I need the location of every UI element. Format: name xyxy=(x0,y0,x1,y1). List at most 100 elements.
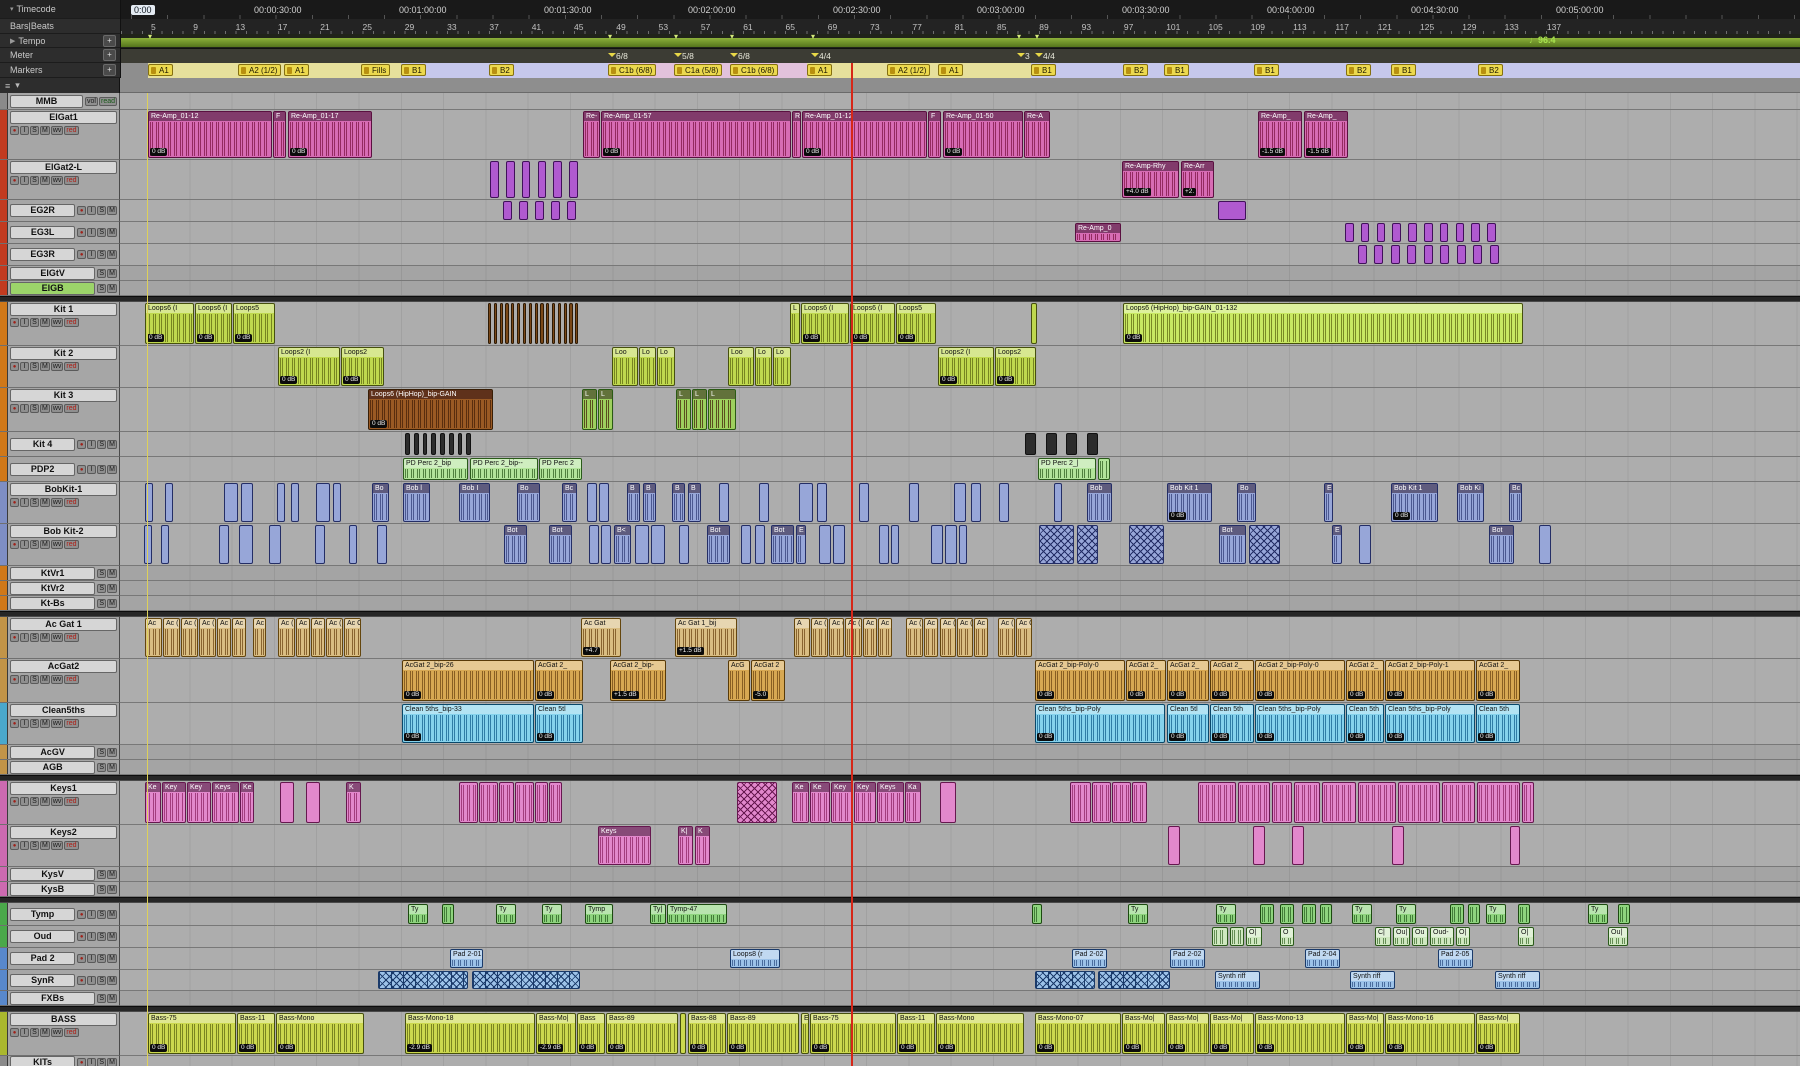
mute-button[interactable]: M xyxy=(107,440,117,449)
track-name-elgat2-l[interactable]: ElGat2-L xyxy=(10,161,117,174)
mute-button[interactable]: M xyxy=(107,976,117,985)
waveform-view-button[interactable]: wv xyxy=(51,318,64,327)
clip[interactable]: Ou| xyxy=(1393,927,1410,946)
solo-button[interactable]: S xyxy=(30,675,39,684)
clip[interactable]: Ac ( xyxy=(940,618,956,657)
clip[interactable] xyxy=(277,483,285,522)
clip[interactable] xyxy=(449,433,454,455)
record-arm-button[interactable]: ● xyxy=(10,540,19,549)
clip[interactable]: Re-Amp-Rhy+4.0 dB xyxy=(1122,161,1179,198)
solo-button[interactable]: S xyxy=(97,228,106,237)
clip[interactable]: Bass-750 dB xyxy=(148,1013,236,1054)
track-name-kit-1[interactable]: Kit 1 xyxy=(10,303,117,316)
track-header-kt-bs[interactable]: Kt-BsSM xyxy=(0,596,120,611)
mute-button[interactable]: M xyxy=(107,599,117,608)
clip[interactable] xyxy=(538,161,547,198)
track-header-agb[interactable]: AGBSM xyxy=(0,760,120,775)
clip[interactable] xyxy=(1272,782,1292,823)
clip[interactable] xyxy=(1253,826,1265,865)
track-name-bass[interactable]: BASS xyxy=(10,1013,117,1026)
clip[interactable] xyxy=(1039,525,1074,564)
solo-button[interactable]: S xyxy=(30,404,39,413)
clip[interactable] xyxy=(601,525,611,564)
clip[interactable]: O xyxy=(1280,927,1294,946)
clip[interactable] xyxy=(759,483,769,522)
clip[interactable] xyxy=(1374,245,1383,264)
ruler-label-tempo[interactable]: Tempo xyxy=(18,36,45,46)
mute-button[interactable]: M xyxy=(107,763,117,772)
clip[interactable]: L xyxy=(582,389,597,430)
clip[interactable] xyxy=(488,303,491,344)
clip[interactable] xyxy=(1320,904,1332,924)
record-arm-button[interactable]: ● xyxy=(10,719,19,728)
clip[interactable] xyxy=(458,433,463,455)
track-name-clean5ths[interactable]: Clean5ths xyxy=(10,704,117,717)
clip[interactable]: Loops6 (I0 dB xyxy=(195,303,232,344)
clip[interactable]: Bass-750 dB xyxy=(810,1013,896,1054)
clip[interactable] xyxy=(377,525,387,564)
record-arm-button[interactable]: ● xyxy=(10,797,19,806)
clip[interactable]: Loops6 (HipHop)_bip-GAIN0 dB xyxy=(368,389,493,430)
mute-button[interactable]: M xyxy=(107,954,117,963)
solo-button[interactable]: S xyxy=(30,318,39,327)
waveform-view-button[interactable]: wv xyxy=(51,841,64,850)
mute-button[interactable]: M xyxy=(107,584,117,593)
track-header-kit-3[interactable]: Kit 3●ISMwvred xyxy=(0,388,120,432)
clip[interactable]: Ac ( xyxy=(163,618,180,657)
ruler-row-timecode[interactable]: ▾ Timecode xyxy=(0,0,120,19)
track-lane-elgat1[interactable]: Re-Amp_01-120 dBFRe-Amp_01-170 dBRe-Re-A… xyxy=(120,110,1800,160)
clip[interactable] xyxy=(490,161,499,198)
clip[interactable] xyxy=(1440,223,1449,242)
clip[interactable]: Loops6 (I0 dB xyxy=(145,303,194,344)
solo-button[interactable]: S xyxy=(97,932,106,941)
marker-chip[interactable]: B2 xyxy=(1123,64,1148,76)
track-header-ktvr1[interactable]: KtVr1SM xyxy=(0,566,120,581)
solo-button[interactable]: S xyxy=(97,748,106,757)
clip[interactable]: Bot xyxy=(707,525,730,564)
marker-chip[interactable]: A1 xyxy=(148,64,173,76)
clip[interactable]: AcG xyxy=(728,660,750,701)
track-header-kit-1[interactable]: Kit 1●ISMwvred xyxy=(0,302,120,346)
track-header-clean5ths[interactable]: Clean5ths●ISMwvred xyxy=(0,703,120,745)
clip[interactable] xyxy=(1066,433,1077,455)
clip[interactable]: Ac C xyxy=(344,618,361,657)
clip[interactable]: AcGat 2_bip-Poly-00 dB xyxy=(1035,660,1125,701)
clip[interactable] xyxy=(1218,201,1246,220)
clip[interactable]: AcGat 2_0 dB xyxy=(1167,660,1209,701)
clip[interactable] xyxy=(459,782,478,823)
solo-button[interactable]: S xyxy=(97,976,106,985)
automation-read-button[interactable]: red xyxy=(64,176,78,185)
track-name-ktvr1[interactable]: KtVr1 xyxy=(10,567,95,580)
solo-button[interactable]: S xyxy=(30,797,39,806)
clip[interactable] xyxy=(1442,782,1475,823)
mute-button[interactable]: M xyxy=(107,910,117,919)
clip[interactable] xyxy=(316,483,330,522)
clip[interactable] xyxy=(161,525,169,564)
clip[interactable] xyxy=(506,161,515,198)
marker-chip[interactable]: B2 xyxy=(1478,64,1503,76)
clip[interactable]: E xyxy=(801,1013,809,1054)
clip[interactable]: AcGat 2_0 dB xyxy=(1210,660,1254,701)
clip[interactable]: Ke xyxy=(792,782,809,823)
track-lane-tymp[interactable]: TyTyTyTympTy|Tymp-47TyTyTyTyTyTy xyxy=(120,903,1800,926)
clip[interactable]: Pad 2-01 xyxy=(450,949,483,968)
clip[interactable]: Ty xyxy=(496,904,516,924)
clip[interactable]: Loops50 dB xyxy=(233,303,275,344)
solo-button[interactable]: S xyxy=(97,206,106,215)
clip[interactable]: Bob Kit 10 dB xyxy=(1167,483,1212,522)
clip[interactable]: Re-Amp_-1.5 dB xyxy=(1304,111,1348,158)
waveform-view-button[interactable]: wv xyxy=(51,540,64,549)
clip[interactable]: Re-Amp_0 xyxy=(1075,223,1121,242)
clip[interactable]: Ac ( xyxy=(326,618,343,657)
clip[interactable]: O| xyxy=(1456,927,1470,946)
input-monitor-button[interactable]: I xyxy=(20,841,29,850)
clip[interactable]: Bob Kit 10 dB xyxy=(1391,483,1438,522)
clip[interactable] xyxy=(535,303,538,344)
clip[interactable]: Bass-110 dB xyxy=(237,1013,275,1054)
clip[interactable]: AcGat 2_0 dB xyxy=(1126,660,1166,701)
track-header-kit-2[interactable]: Kit 2●ISMwvred xyxy=(0,346,120,388)
mute-button[interactable]: M xyxy=(40,404,50,413)
clip[interactable] xyxy=(529,303,532,344)
clip[interactable] xyxy=(1457,245,1466,264)
clip[interactable] xyxy=(575,303,578,344)
